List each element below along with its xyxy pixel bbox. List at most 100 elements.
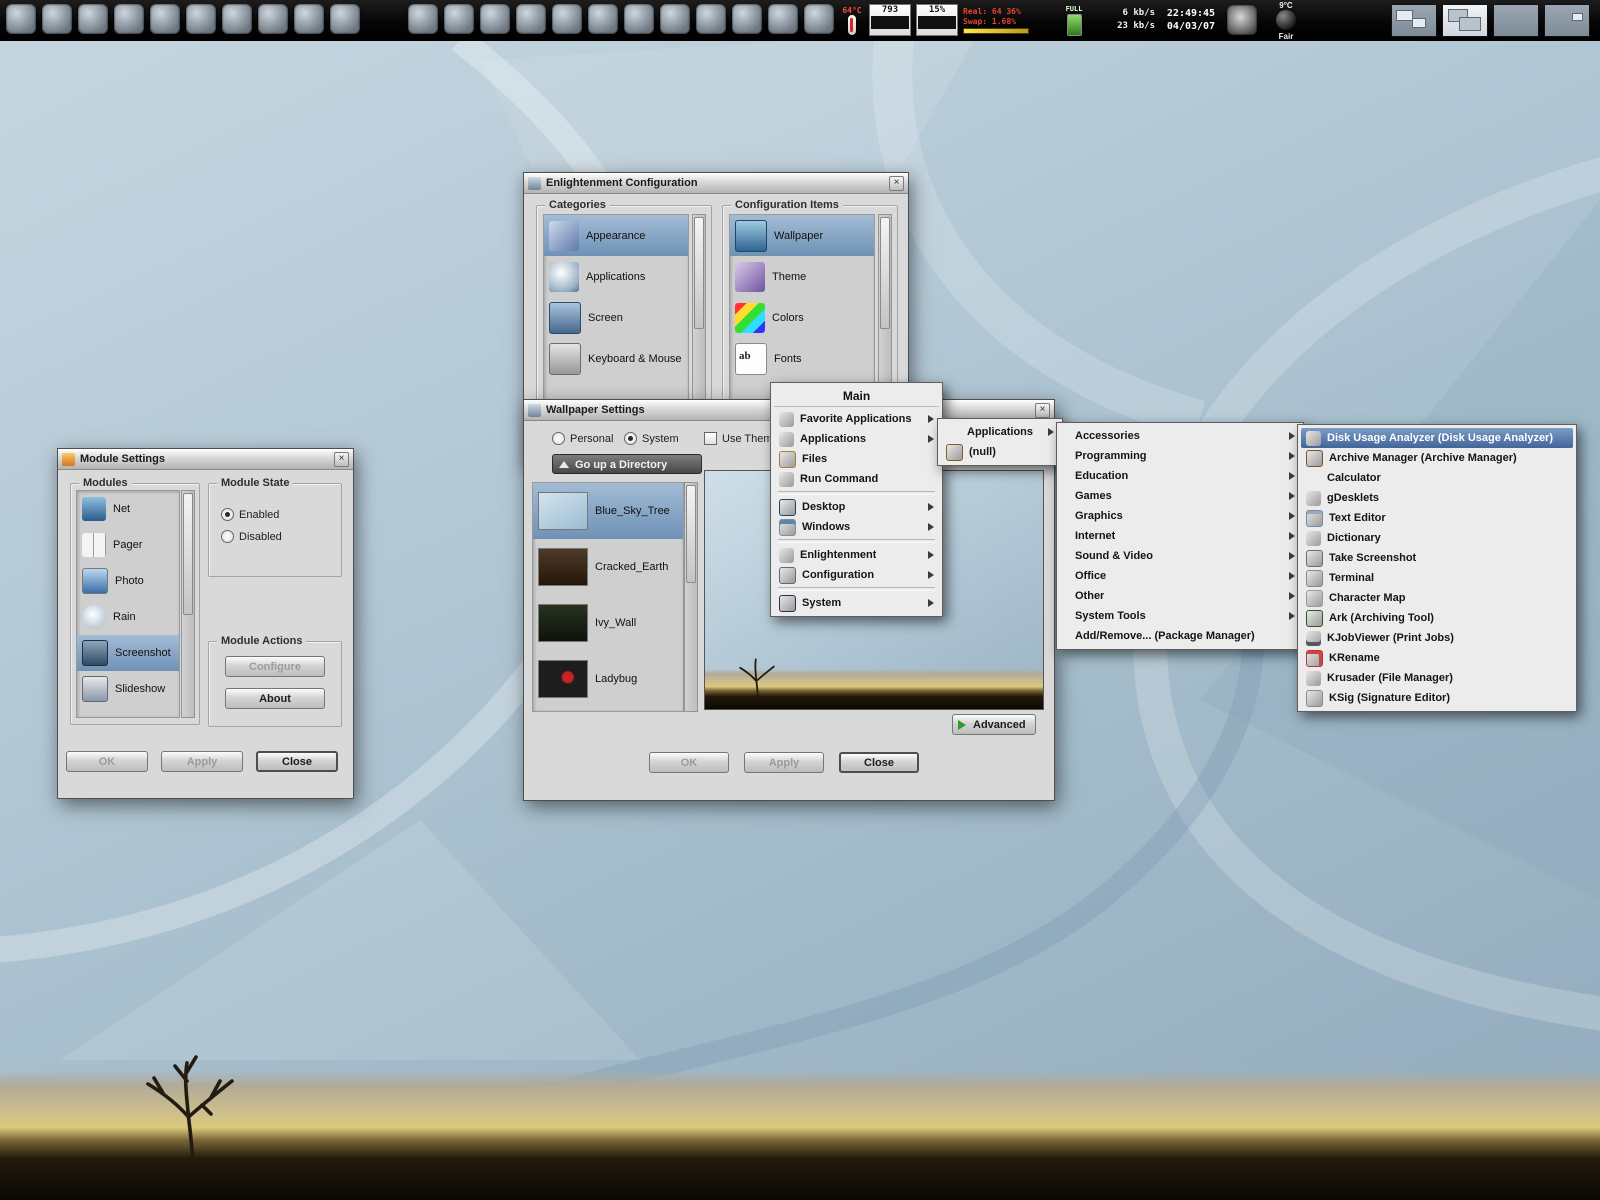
- module-list-item[interactable]: Rain: [77, 599, 179, 635]
- menu-item[interactable]: Accessories: [1060, 426, 1300, 446]
- close-icon[interactable]: ×: [1035, 403, 1050, 418]
- about-button[interactable]: About: [225, 688, 325, 709]
- pager-desk-2-active[interactable]: [1442, 4, 1488, 37]
- menu-item[interactable]: Add/Remove... (Package Manager): [1060, 626, 1300, 646]
- menu-item[interactable]: Windows: [774, 517, 939, 537]
- menu-item[interactable]: Applications: [774, 429, 939, 449]
- wallpaper-scrollbar[interactable]: [684, 482, 698, 712]
- dock-icon[interactable]: [624, 4, 654, 34]
- menu-item[interactable]: Enlightenment: [774, 545, 939, 565]
- menu-item[interactable]: Ark (Archiving Tool): [1301, 608, 1573, 628]
- module-settings-titlebar[interactable]: Module Settings ×: [58, 449, 353, 470]
- menu-item[interactable]: gDesklets: [1301, 488, 1573, 508]
- dock-icon[interactable]: [222, 4, 252, 34]
- close-icon[interactable]: ×: [889, 176, 904, 191]
- pager-desk-3[interactable]: [1493, 4, 1539, 37]
- ok-button[interactable]: OK: [66, 751, 148, 772]
- close-button[interactable]: Close: [839, 752, 919, 773]
- config-item[interactable]: Fonts: [730, 338, 874, 379]
- dock-icon[interactable]: [516, 4, 546, 34]
- category-list-item[interactable]: Keyboard & Mouse: [544, 338, 688, 379]
- module-list-item[interactable]: Slideshow: [77, 671, 179, 707]
- dock-icon[interactable]: [480, 4, 510, 34]
- disabled-radio[interactable]: [221, 530, 234, 543]
- menu-item[interactable]: Text Editor: [1301, 508, 1573, 528]
- dock-icon[interactable]: [186, 4, 216, 34]
- menu-item[interactable]: Internet: [1060, 526, 1300, 546]
- dock-icon[interactable]: [258, 4, 288, 34]
- dock-icon[interactable]: [732, 4, 762, 34]
- menu-item[interactable]: Sound & Video: [1060, 546, 1300, 566]
- menu-item[interactable]: Programming: [1060, 446, 1300, 466]
- thermometer-gadget[interactable]: 64°C: [840, 6, 864, 35]
- go-up-directory-button[interactable]: Go up a Directory: [552, 454, 702, 474]
- module-list-item[interactable]: Net: [77, 491, 179, 527]
- menu-item[interactable]: Files: [774, 449, 939, 469]
- cpu-load-gadget[interactable]: 15%: [916, 4, 958, 36]
- menu-item[interactable]: KSig (Signature Editor): [1301, 688, 1573, 708]
- modules-scrollbar[interactable]: [181, 490, 195, 718]
- wallpaper-list-item[interactable]: Cracked_Earth: [533, 539, 683, 595]
- dock-icon[interactable]: [150, 4, 180, 34]
- menu-item[interactable]: Applications: [941, 422, 1059, 442]
- enabled-radio[interactable]: [221, 508, 234, 521]
- menu-item[interactable]: Favorite Applications: [774, 409, 939, 429]
- wallpaper-list-item[interactable]: Blue_Sky_Tree: [533, 483, 683, 539]
- configure-button[interactable]: Configure: [225, 656, 325, 677]
- menu-item[interactable]: Dictionary: [1301, 528, 1573, 548]
- menu-item[interactable]: Education: [1060, 466, 1300, 486]
- menu-item[interactable]: System: [774, 593, 939, 613]
- e-config-titlebar[interactable]: Enlightenment Configuration ×: [524, 173, 908, 194]
- menu-item[interactable]: Office: [1060, 566, 1300, 586]
- wallpaper-list-item[interactable]: Ladybug: [533, 651, 683, 707]
- wallpaper-list-item[interactable]: Ivy_Wall: [533, 595, 683, 651]
- module-list-item[interactable]: Screenshot: [77, 635, 179, 671]
- menu-item[interactable]: KRename: [1301, 648, 1573, 668]
- advanced-button[interactable]: Advanced: [952, 714, 1036, 735]
- dock-icon[interactable]: [294, 4, 324, 34]
- dock-icon[interactable]: [78, 4, 108, 34]
- menu-item[interactable]: Graphics: [1060, 506, 1300, 526]
- cpu-frequency-gadget[interactable]: 793: [869, 4, 911, 36]
- config-item[interactable]: Colors: [730, 297, 874, 338]
- dock-icon[interactable]: [330, 4, 360, 34]
- dock-icon[interactable]: [588, 4, 618, 34]
- menu-item[interactable]: Desktop: [774, 497, 939, 517]
- menu-item[interactable]: Calculator: [1301, 468, 1573, 488]
- network-gadget[interactable]: 6 kb/s 23 kb/s: [1097, 7, 1155, 33]
- pager-desk-4[interactable]: [1544, 4, 1590, 37]
- menu-item[interactable]: Archive Manager (Archive Manager): [1301, 448, 1573, 468]
- category-list-item[interactable]: Screen: [544, 297, 688, 338]
- dock-icon[interactable]: [660, 4, 690, 34]
- module-list-item[interactable]: Pager: [77, 527, 179, 563]
- dock-icon[interactable]: [552, 4, 582, 34]
- menu-item[interactable]: Terminal: [1301, 568, 1573, 588]
- use-theme-checkbox[interactable]: [704, 432, 717, 445]
- close-icon[interactable]: ×: [334, 452, 349, 467]
- system-radio[interactable]: [624, 432, 637, 445]
- pager-desk-1[interactable]: [1391, 4, 1437, 37]
- weather-gadget[interactable]: 9°C Fair: [1264, 1, 1308, 41]
- dock-icon[interactable]: [768, 4, 798, 34]
- personal-radio[interactable]: [552, 432, 565, 445]
- dock-icon[interactable]: [114, 4, 144, 34]
- menu-item[interactable]: Other: [1060, 586, 1300, 606]
- dock-icon[interactable]: [42, 4, 72, 34]
- close-button[interactable]: Close: [256, 751, 338, 772]
- config-item[interactable]: Theme: [730, 256, 874, 297]
- dock-icon[interactable]: [696, 4, 726, 34]
- category-list-item[interactable]: Appearance: [544, 215, 688, 256]
- dock-icon[interactable]: [408, 4, 438, 34]
- dock-icon[interactable]: [804, 4, 834, 34]
- menu-item[interactable]: KJobViewer (Print Jobs): [1301, 628, 1573, 648]
- menu-item[interactable]: Character Map: [1301, 588, 1573, 608]
- menu-item[interactable]: Take Screenshot: [1301, 548, 1573, 568]
- category-list-item[interactable]: Applications: [544, 256, 688, 297]
- menu-item[interactable]: Configuration: [774, 565, 939, 585]
- menu-item[interactable]: Games: [1060, 486, 1300, 506]
- dock-icon[interactable]: [444, 4, 474, 34]
- dock-icon[interactable]: [6, 4, 36, 34]
- menu-item[interactable]: (null): [941, 442, 1059, 462]
- config-item[interactable]: Wallpaper: [730, 215, 874, 256]
- menu-item[interactable]: System Tools: [1060, 606, 1300, 626]
